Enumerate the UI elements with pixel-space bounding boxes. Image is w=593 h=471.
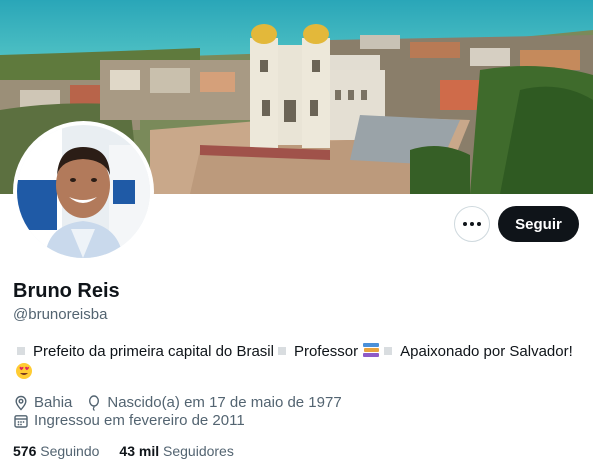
profile-meta-row: Ingressou em fevereiro de 2011 xyxy=(13,412,259,429)
location-text: Bahia xyxy=(34,394,73,411)
more-horizontal-icon xyxy=(463,222,481,226)
following-label: Seguindo xyxy=(40,443,100,459)
profile-avatar[interactable] xyxy=(13,121,154,262)
square-bullet-icon xyxy=(17,347,25,356)
followers-label: Seguidores xyxy=(163,443,234,459)
square-bullet-icon xyxy=(277,347,286,356)
square-bullet-icon xyxy=(384,347,393,356)
profile-stats: 576 Seguindo 43 mil Seguidores xyxy=(13,443,254,459)
birthdate-item: Nascido(a) em 17 de maio de 1977 xyxy=(86,394,342,411)
follow-button[interactable]: Seguir xyxy=(498,206,579,242)
heart-eyes-emoji-icon xyxy=(16,363,32,379)
calendar-icon xyxy=(14,414,28,428)
bio-text-1: Prefeito da primeira capital do Brasil xyxy=(33,343,274,360)
profile-handle: @brunoreisba xyxy=(13,306,108,323)
balloon-icon xyxy=(89,394,100,411)
joined-text: Ingressou em fevereiro de 2011 xyxy=(34,412,245,429)
avatar-image xyxy=(17,125,150,258)
profile-meta-row: Bahia Nascido(a) em 17 de maio de 1977 xyxy=(13,394,356,411)
bio-text-3: Apaixonado por Salvador! xyxy=(400,343,573,360)
followers-link[interactable]: 43 mil Seguidores xyxy=(119,443,233,459)
location-item: Bahia xyxy=(13,394,72,411)
more-options-button[interactable] xyxy=(454,206,490,242)
following-count: 576 xyxy=(13,443,37,459)
location-pin-icon xyxy=(15,395,27,411)
bio-text-2: Professor xyxy=(293,343,359,360)
followers-count: 43 mil xyxy=(119,443,160,459)
books-emoji-icon xyxy=(363,343,380,357)
birthdate-text: Nascido(a) em 17 de maio de 1977 xyxy=(107,394,342,411)
following-link[interactable]: 576 Seguindo xyxy=(13,443,99,459)
profile-name: Bruno Reis xyxy=(13,280,120,302)
profile-bio: Prefeito da primeira capital do Brasil Pr… xyxy=(13,341,573,383)
joined-item: Ingressou em fevereiro de 2011 xyxy=(13,412,245,429)
